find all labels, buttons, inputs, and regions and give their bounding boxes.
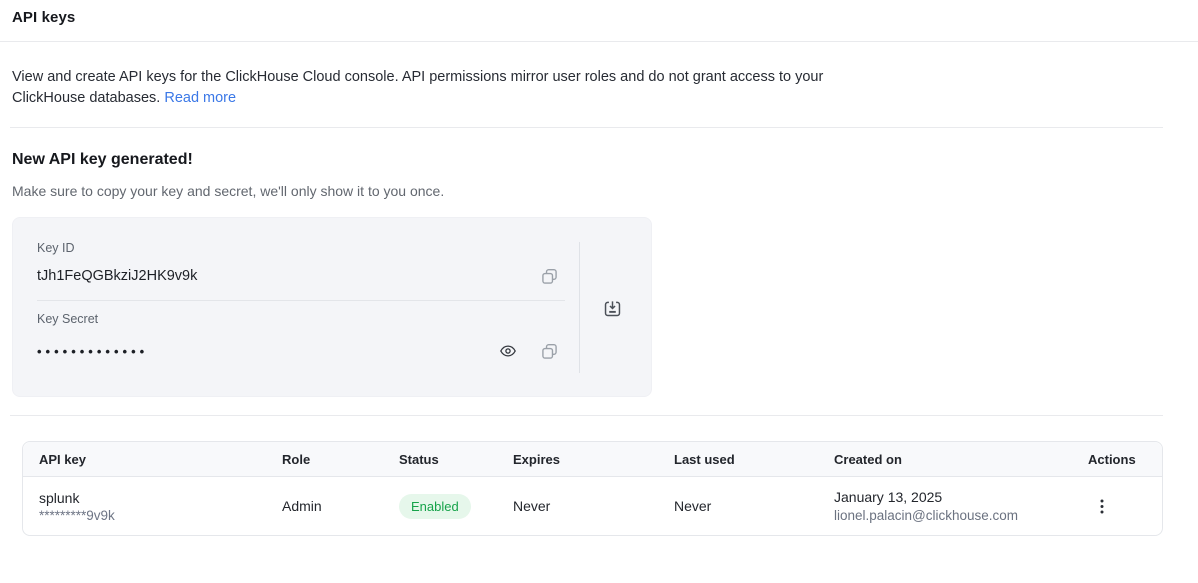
table-header-row: API key Role Status Expires Last used Cr… xyxy=(23,442,1162,477)
column-header-api-key: API key xyxy=(23,442,266,477)
status-cell: Enabled xyxy=(383,477,497,535)
column-header-last-used: Last used xyxy=(658,442,818,477)
created-by-email: lionel.palacin@clickhouse.com xyxy=(834,508,1072,523)
page-header: API keys xyxy=(0,0,1198,42)
secret-actions xyxy=(496,339,561,363)
reveal-secret-button[interactable] xyxy=(496,339,520,363)
key-id-row: tJh1FeQGBkziJ2HK9v9k xyxy=(37,264,561,288)
page-description: View and create API keys for the ClickHo… xyxy=(12,67,830,109)
key-id-value: tJh1FeQGBkziJ2HK9v9k xyxy=(37,268,197,284)
banner-subtitle: Make sure to copy your key and secret, w… xyxy=(12,183,1186,199)
created-date: January 13, 2025 xyxy=(834,489,1072,505)
actions-cell xyxy=(1072,477,1162,535)
api-key-cell: splunk *********9v9k xyxy=(23,477,266,535)
api-keys-table: API key Role Status Expires Last used Cr… xyxy=(22,441,1163,536)
page-title: API keys xyxy=(12,9,1186,26)
key-secret-label: Key Secret xyxy=(37,312,627,326)
read-more-link[interactable]: Read more xyxy=(164,90,236,106)
download-icon xyxy=(603,299,622,318)
role-cell: Admin xyxy=(266,477,383,535)
copy-key-secret-button[interactable] xyxy=(537,339,561,363)
status-badge: Enabled xyxy=(399,494,471,519)
download-credentials-button[interactable] xyxy=(595,291,629,325)
section-divider xyxy=(10,415,1163,416)
column-header-role: Role xyxy=(266,442,383,477)
column-header-status: Status xyxy=(383,442,497,477)
copy-icon xyxy=(541,268,558,285)
expires-cell: Never xyxy=(497,477,658,535)
column-header-actions: Actions xyxy=(1072,442,1162,477)
api-key-masked: *********9v9k xyxy=(39,508,266,523)
banner-title: New API key generated! xyxy=(12,151,1186,169)
last-used-cell: Never xyxy=(658,477,818,535)
table-row: splunk *********9v9k Admin Enabled Never… xyxy=(23,477,1162,535)
eye-icon xyxy=(499,342,517,360)
copy-key-id-button[interactable] xyxy=(537,264,561,288)
key-secret-row: ••••••••••••• xyxy=(37,339,561,363)
key-secret-value: ••••••••••••• xyxy=(37,344,148,359)
key-id-label: Key ID xyxy=(37,241,627,255)
description-text: View and create API keys for the ClickHo… xyxy=(12,69,823,106)
copy-icon xyxy=(541,343,558,360)
column-header-expires: Expires xyxy=(497,442,658,477)
api-key-name: splunk xyxy=(39,490,266,506)
section-divider xyxy=(10,127,1163,128)
created-on-cell: January 13, 2025 lionel.palacin@clickhou… xyxy=(818,477,1072,535)
row-actions-button[interactable] xyxy=(1096,495,1108,518)
credentials-card: Key ID tJh1FeQGBkziJ2HK9v9k Key Secret •… xyxy=(12,217,652,397)
card-vertical-divider xyxy=(579,242,580,373)
kebab-icon xyxy=(1100,499,1104,514)
card-divider xyxy=(37,300,565,301)
column-header-created-on: Created on xyxy=(818,442,1072,477)
